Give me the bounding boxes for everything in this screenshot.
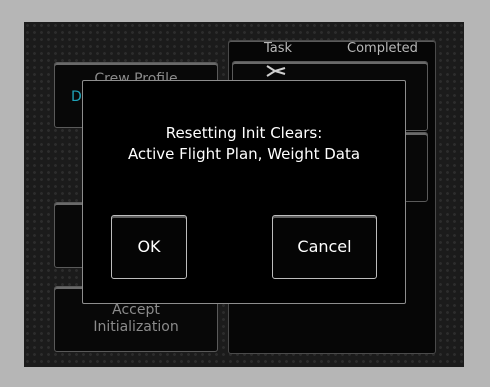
- crew-profile-value: D: [71, 89, 82, 105]
- completed-column-header: Completed: [347, 41, 418, 56]
- dialog-message-line1: Resetting Init Clears:: [165, 124, 323, 142]
- reset-confirm-dialog: Resetting Init Clears: Active Flight Pla…: [82, 80, 406, 304]
- display-screen: Task Completed Crew Profile D Accept Ini…: [24, 22, 464, 367]
- cancel-button[interactable]: Cancel: [272, 215, 377, 279]
- dialog-message-line2: Active Flight Plan, Weight Data: [127, 145, 361, 163]
- dialog-message: Resetting Init Clears: Active Flight Pla…: [83, 123, 405, 165]
- accept-label-line2: Initialization: [93, 319, 179, 335]
- ok-button[interactable]: OK: [111, 215, 187, 279]
- accept-label-line1: Accept: [112, 302, 160, 318]
- aircraft-icon: [266, 65, 286, 77]
- task-column-header: Task: [264, 41, 293, 56]
